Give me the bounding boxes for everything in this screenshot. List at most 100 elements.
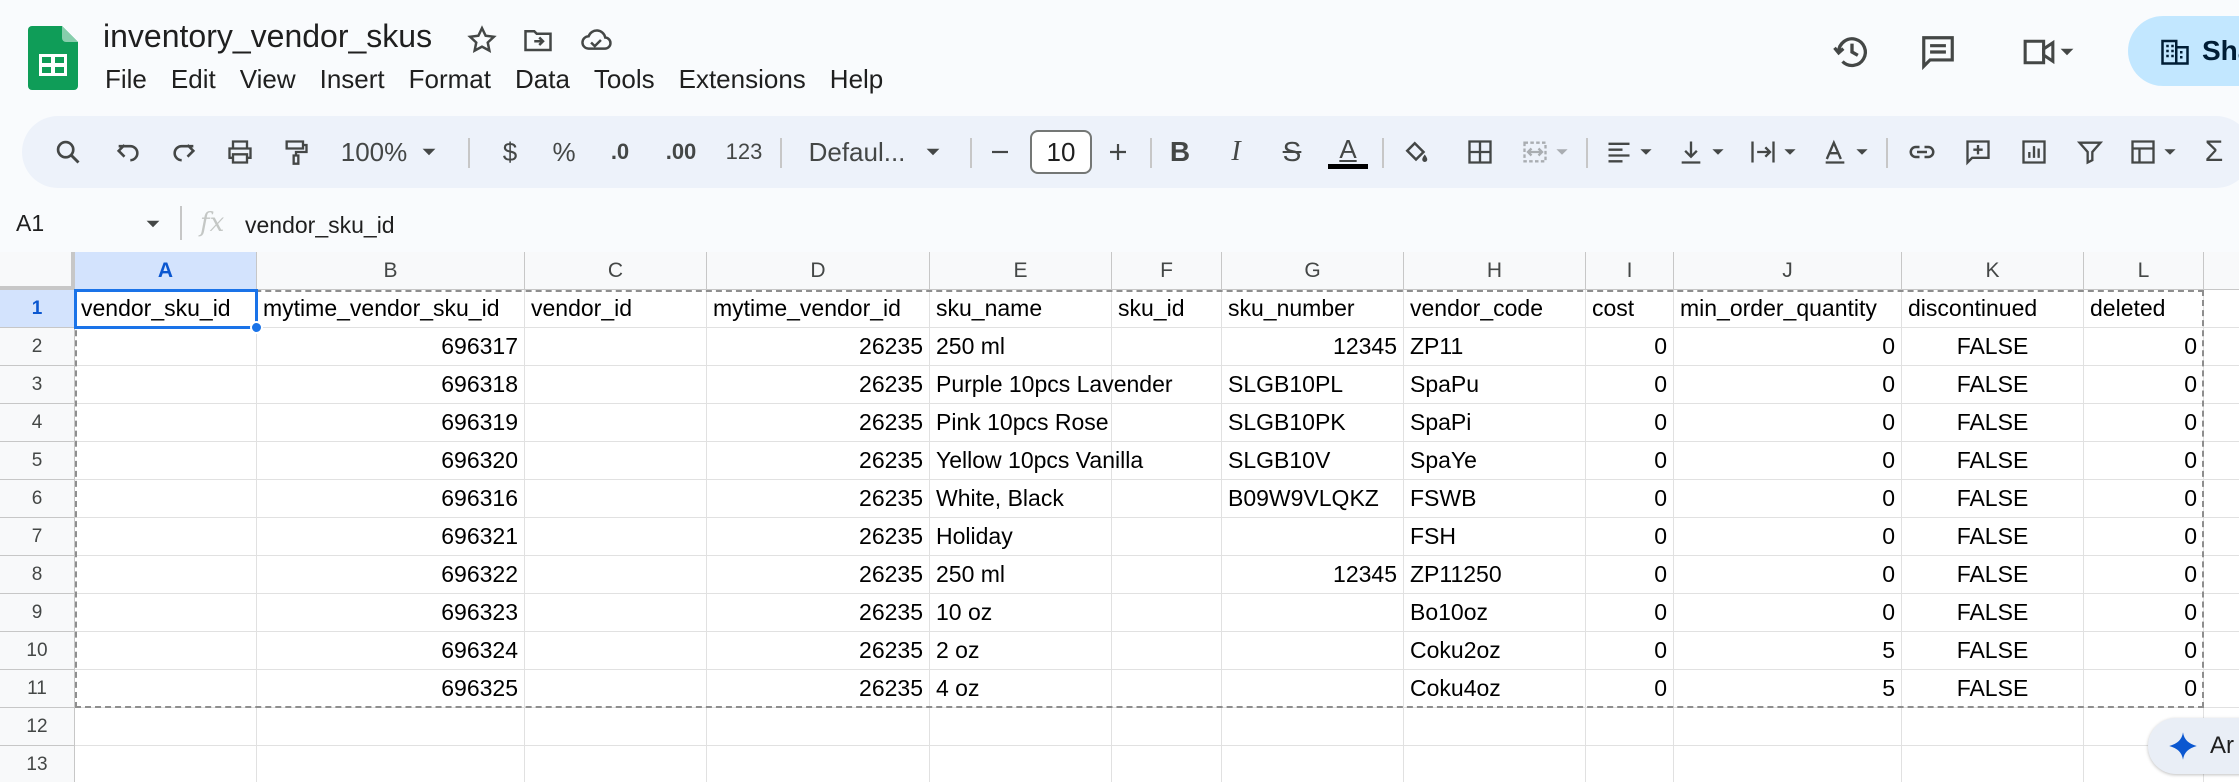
text-rotation-icon[interactable] xyxy=(1814,116,1876,188)
cell-f1[interactable]: sku_id xyxy=(1112,290,1222,328)
cell-f2[interactable] xyxy=(1112,328,1222,366)
cell-k12[interactable] xyxy=(1902,708,2084,746)
menu-view[interactable]: View xyxy=(228,60,308,100)
cell-f11[interactable] xyxy=(1112,670,1222,708)
cell-overflow[interactable] xyxy=(2204,670,2239,708)
column-header-i[interactable]: I xyxy=(1586,252,1674,290)
cell-k10[interactable]: FALSE xyxy=(1902,632,2084,670)
cell-g10[interactable] xyxy=(1222,632,1404,670)
text-color-button[interactable]: A xyxy=(1324,116,1372,188)
merge-cells-icon[interactable] xyxy=(1512,116,1578,188)
cell-b4[interactable]: 696319 xyxy=(257,404,525,442)
cell-g11[interactable] xyxy=(1222,670,1404,708)
cell-i13[interactable] xyxy=(1586,746,1674,782)
cell-a8[interactable] xyxy=(75,556,257,594)
cell-g2[interactable]: 12345 xyxy=(1222,328,1404,366)
cell-k5[interactable]: FALSE xyxy=(1902,442,2084,480)
cell-a13[interactable] xyxy=(75,746,257,782)
menu-format[interactable]: Format xyxy=(397,60,503,100)
document-title[interactable]: inventory_vendor_skus xyxy=(103,18,432,55)
cell-a7[interactable] xyxy=(75,518,257,556)
cell-f12[interactable] xyxy=(1112,708,1222,746)
cell-h4[interactable]: SpaPi xyxy=(1404,404,1586,442)
cell-d11[interactable]: 26235 xyxy=(707,670,930,708)
number-format-button[interactable]: 123 xyxy=(718,116,770,188)
row-header-2[interactable]: 2 xyxy=(0,328,75,366)
cell-k13[interactable] xyxy=(1902,746,2084,782)
increase-font-size-icon[interactable] xyxy=(1096,116,1140,188)
cell-d13[interactable] xyxy=(707,746,930,782)
select-all-corner[interactable] xyxy=(0,252,75,290)
cell-i7[interactable]: 0 xyxy=(1586,518,1674,556)
cell-l3[interactable]: 0 xyxy=(2084,366,2204,404)
cell-h2[interactable]: ZP11 xyxy=(1404,328,1586,366)
cell-i4[interactable]: 0 xyxy=(1586,404,1674,442)
cell-k4[interactable]: FALSE xyxy=(1902,404,2084,442)
gemini-ask-button[interactable]: Ar xyxy=(2148,718,2239,774)
cell-k1[interactable]: discontinued xyxy=(1902,290,2084,328)
cell-e8[interactable]: 250 ml xyxy=(930,556,1112,594)
cell-i2[interactable]: 0 xyxy=(1586,328,1674,366)
print-icon[interactable] xyxy=(218,116,262,188)
cell-b7[interactable]: 696321 xyxy=(257,518,525,556)
share-button[interactable]: Sha xyxy=(2128,16,2239,86)
cell-e2[interactable]: 250 ml xyxy=(930,328,1112,366)
cell-b9[interactable]: 696323 xyxy=(257,594,525,632)
column-header-e[interactable]: E xyxy=(930,252,1112,290)
name-box[interactable]: A1 xyxy=(16,210,44,237)
cell-h8[interactable]: ZP11250 xyxy=(1404,556,1586,594)
cell-g4[interactable]: SLGB10PK xyxy=(1222,404,1404,442)
spreadsheet-grid[interactable]: A B C D E F G H I J K L 1 vendor_sku_id mytime_vendor_… xyxy=(0,252,2239,782)
text-wrapping-icon[interactable] xyxy=(1742,116,1804,188)
cell-j7[interactable]: 0 xyxy=(1674,518,1902,556)
currency-format-button[interactable]: $ xyxy=(490,116,530,188)
cell-l8[interactable]: 0 xyxy=(2084,556,2204,594)
cell-f6[interactable] xyxy=(1112,480,1222,518)
cell-b3[interactable]: 696318 xyxy=(257,366,525,404)
cell-b12[interactable] xyxy=(257,708,525,746)
cell-g5[interactable]: SLGB10V xyxy=(1222,442,1404,480)
row-header-11[interactable]: 11 xyxy=(0,670,75,708)
cell-f10[interactable] xyxy=(1112,632,1222,670)
cell-h10[interactable]: Coku2oz xyxy=(1404,632,1586,670)
cell-g8[interactable]: 12345 xyxy=(1222,556,1404,594)
cell-b11[interactable]: 696325 xyxy=(257,670,525,708)
cell-c12[interactable] xyxy=(525,708,707,746)
decrease-font-size-icon[interactable] xyxy=(980,116,1020,188)
cell-f5[interactable] xyxy=(1112,442,1222,480)
search-menus-icon[interactable] xyxy=(42,116,94,188)
cell-f9[interactable] xyxy=(1112,594,1222,632)
cell-b6[interactable]: 696316 xyxy=(257,480,525,518)
cloud-saved-icon[interactable] xyxy=(578,22,614,58)
cell-j11[interactable]: 5 xyxy=(1674,670,1902,708)
cell-overflow[interactable] xyxy=(2204,404,2239,442)
cell-g9[interactable] xyxy=(1222,594,1404,632)
cell-j4[interactable]: 0 xyxy=(1674,404,1902,442)
column-header-c[interactable]: C xyxy=(525,252,707,290)
horizontal-align-icon[interactable] xyxy=(1598,116,1660,188)
cell-d8[interactable]: 26235 xyxy=(707,556,930,594)
cell-d12[interactable] xyxy=(707,708,930,746)
undo-icon[interactable] xyxy=(106,116,150,188)
cell-h12[interactable] xyxy=(1404,708,1586,746)
row-header-1[interactable]: 1 xyxy=(0,290,75,328)
row-header-13[interactable]: 13 xyxy=(0,746,75,782)
column-header-b[interactable]: B xyxy=(257,252,525,290)
cell-l9[interactable]: 0 xyxy=(2084,594,2204,632)
cell-c4[interactable] xyxy=(525,404,707,442)
cell-h13[interactable] xyxy=(1404,746,1586,782)
cell-e12[interactable] xyxy=(930,708,1112,746)
cell-c8[interactable] xyxy=(525,556,707,594)
cell-g6[interactable]: B09W9VLQKZ xyxy=(1222,480,1404,518)
menu-extensions[interactable]: Extensions xyxy=(667,60,818,100)
cell-j12[interactable] xyxy=(1674,708,1902,746)
cell-l6[interactable]: 0 xyxy=(2084,480,2204,518)
cell-a3[interactable] xyxy=(75,366,257,404)
row-header-6[interactable]: 6 xyxy=(0,480,75,518)
strikethrough-button[interactable]: S xyxy=(1268,116,1316,188)
cell-overflow[interactable] xyxy=(2204,518,2239,556)
cell-j9[interactable]: 0 xyxy=(1674,594,1902,632)
cell-i11[interactable]: 0 xyxy=(1586,670,1674,708)
cell-d10[interactable]: 26235 xyxy=(707,632,930,670)
insert-comment-icon[interactable] xyxy=(1954,116,2002,188)
